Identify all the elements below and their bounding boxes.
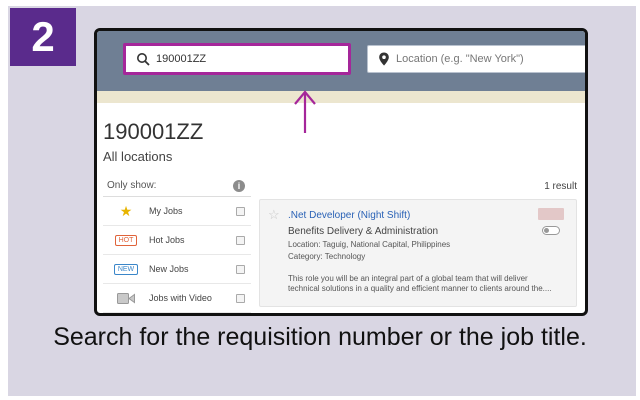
- results-count: 1 result: [544, 181, 577, 192]
- save-job-star-icon[interactable]: ☆: [268, 208, 280, 221]
- pointer-arrow-icon: [294, 90, 316, 133]
- location-placeholder: Location (e.g. "New York"): [396, 53, 524, 65]
- filter-label: My Jobs: [149, 206, 183, 216]
- filter-new-jobs[interactable]: NEW New Jobs: [103, 255, 251, 284]
- results-heading: 190001ZZ: [103, 119, 204, 144]
- location-pin-icon: [378, 52, 390, 66]
- filter-label: New Jobs: [149, 264, 189, 274]
- results-location: All locations: [103, 149, 173, 164]
- search-input[interactable]: 190001ZZ: [123, 43, 351, 75]
- filter-checkbox[interactable]: [236, 206, 245, 216]
- job-toggle-switch[interactable]: [542, 226, 560, 235]
- search-query-text: 190001ZZ: [156, 53, 207, 65]
- step-number-badge: 2: [10, 8, 76, 66]
- filter-label: Hot Jobs: [149, 235, 185, 245]
- job-thumbnail: [538, 208, 564, 220]
- video-icon: [117, 292, 135, 304]
- filter-header: Only show: i: [103, 175, 251, 197]
- job-category: Category: Technology: [288, 252, 366, 261]
- info-icon[interactable]: i: [233, 179, 245, 192]
- job-result-card[interactable]: ☆ .Net Developer (Night Shift) Benefits …: [259, 199, 577, 307]
- tutorial-slide: 2 190001ZZ Location (e.g. "New York") 19…: [0, 0, 640, 400]
- location-input[interactable]: Location (e.g. "New York"): [367, 45, 585, 73]
- filter-my-jobs[interactable]: ★ My Jobs: [103, 197, 251, 226]
- filter-panel: Only show: i ★ My Jobs HOT Hot Jobs NEW …: [103, 175, 251, 313]
- filter-hot-jobs[interactable]: HOT Hot Jobs: [103, 226, 251, 255]
- job-title-link[interactable]: .Net Developer (Night Shift): [288, 210, 410, 221]
- star-icon: ★: [119, 203, 133, 219]
- instruction-caption: Search for the requisition number or the…: [53, 323, 587, 351]
- filter-label: Jobs with Video: [149, 293, 212, 303]
- hot-tag-badge: HOT: [114, 234, 138, 246]
- filter-checkbox[interactable]: [236, 293, 245, 303]
- new-tag-badge: NEW: [113, 263, 139, 275]
- filter-jobs-with-video[interactable]: Jobs with Video: [103, 284, 251, 313]
- screenshot-frame: 190001ZZ Location (e.g. "New York") 1900…: [94, 28, 588, 316]
- job-location: Location: Taguig, National Capital, Phil…: [288, 240, 451, 249]
- filter-checkbox[interactable]: [236, 264, 245, 274]
- search-bar: 190001ZZ Location (e.g. "New York"): [97, 31, 585, 91]
- job-department: Benefits Delivery & Administration: [288, 226, 439, 237]
- search-icon: [136, 52, 150, 66]
- filter-heading: Only show:: [107, 180, 157, 191]
- filter-checkbox[interactable]: [236, 235, 245, 245]
- job-description: This role you will be an integral part o…: [288, 274, 552, 293]
- header-divider-strip: [97, 91, 585, 103]
